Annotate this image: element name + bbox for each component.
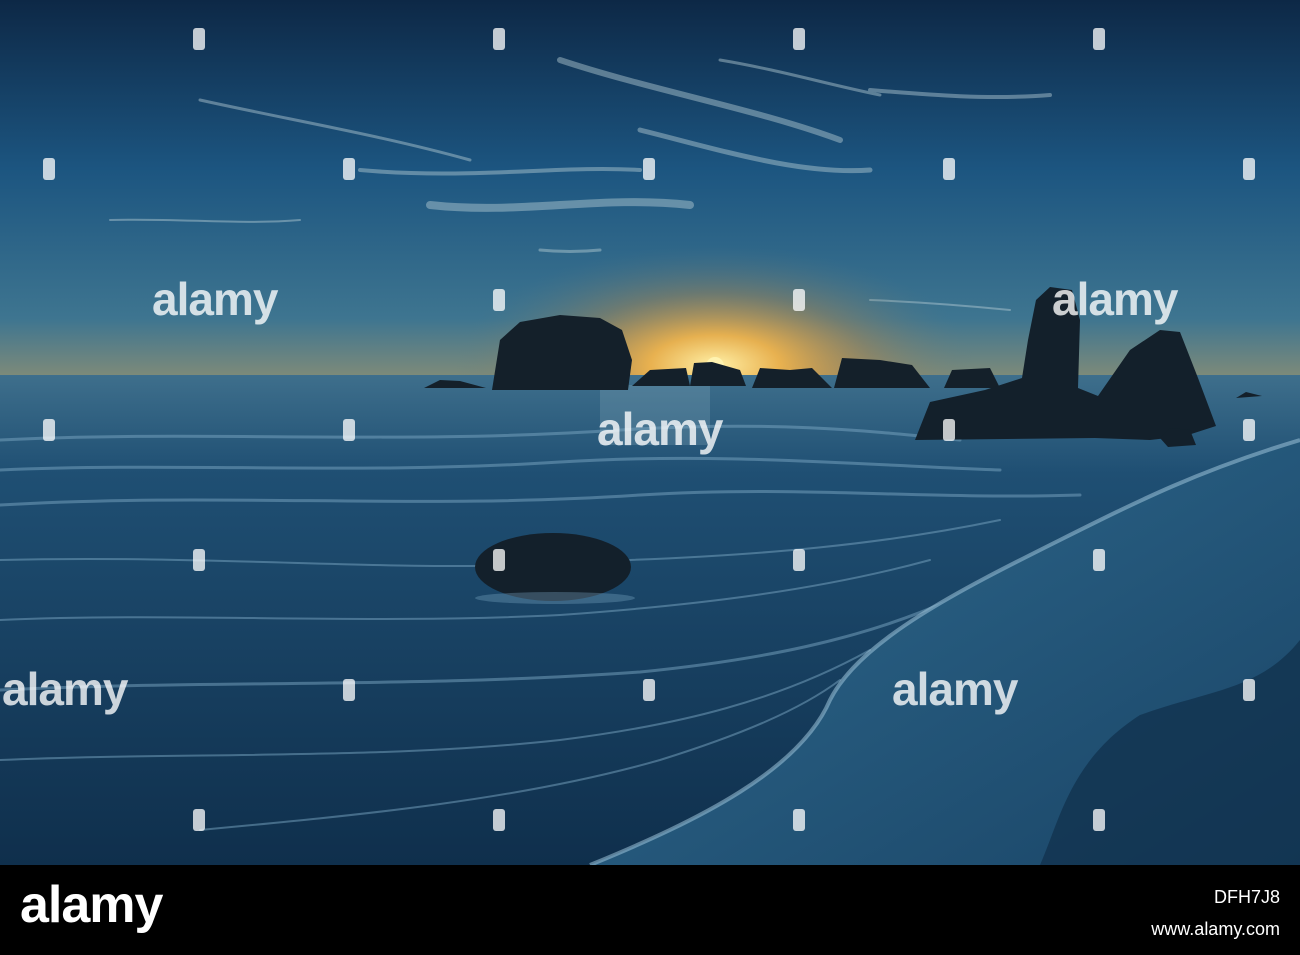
footer-logo: alamy — [20, 876, 163, 934]
watermark-icon — [1093, 28, 1105, 50]
watermark-wordmark: alamy — [597, 403, 723, 455]
watermark-icon — [943, 419, 955, 441]
watermark-wordmark: alamy — [2, 663, 128, 715]
watermark-icon — [343, 158, 355, 180]
watermark-icon — [193, 809, 205, 831]
watermark-wordmark: alamy — [1052, 273, 1178, 325]
watermark-icon — [343, 419, 355, 441]
watermark-icon — [943, 158, 955, 180]
watermark-icon — [1093, 809, 1105, 831]
watermark-icon — [1243, 679, 1255, 701]
watermark-icon — [1243, 419, 1255, 441]
watermark-wordmark: alamy — [152, 273, 278, 325]
watermark-icon — [643, 158, 655, 180]
watermark-icon — [43, 158, 55, 180]
watermark-icon — [793, 289, 805, 311]
footer-bar: alamy DFH7J8 www.alamy.com — [0, 865, 1300, 955]
watermark-icon — [193, 28, 205, 50]
watermark-icon — [493, 809, 505, 831]
watermark-wordmark: alamy — [892, 663, 1018, 715]
watermark-icon — [793, 809, 805, 831]
watermark-icon — [193, 549, 205, 571]
watermark-icon — [493, 28, 505, 50]
watermark-icon — [43, 419, 55, 441]
watermark-icon — [493, 289, 505, 311]
site-url[interactable]: www.alamy.com — [1006, 919, 1280, 940]
watermark-icon — [643, 679, 655, 701]
photo-frame: alamy alamy alamy alamy alamy alamy DFH7… — [0, 0, 1300, 955]
watermark-icon — [1243, 158, 1255, 180]
watermark-icon — [793, 28, 805, 50]
watermark-icon — [1093, 549, 1105, 571]
image-code: DFH7J8 — [1213, 887, 1280, 907]
watermark-icon — [343, 679, 355, 701]
boulder-foam — [475, 592, 635, 604]
watermark-icon — [493, 549, 505, 571]
watermark-icon — [793, 549, 805, 571]
